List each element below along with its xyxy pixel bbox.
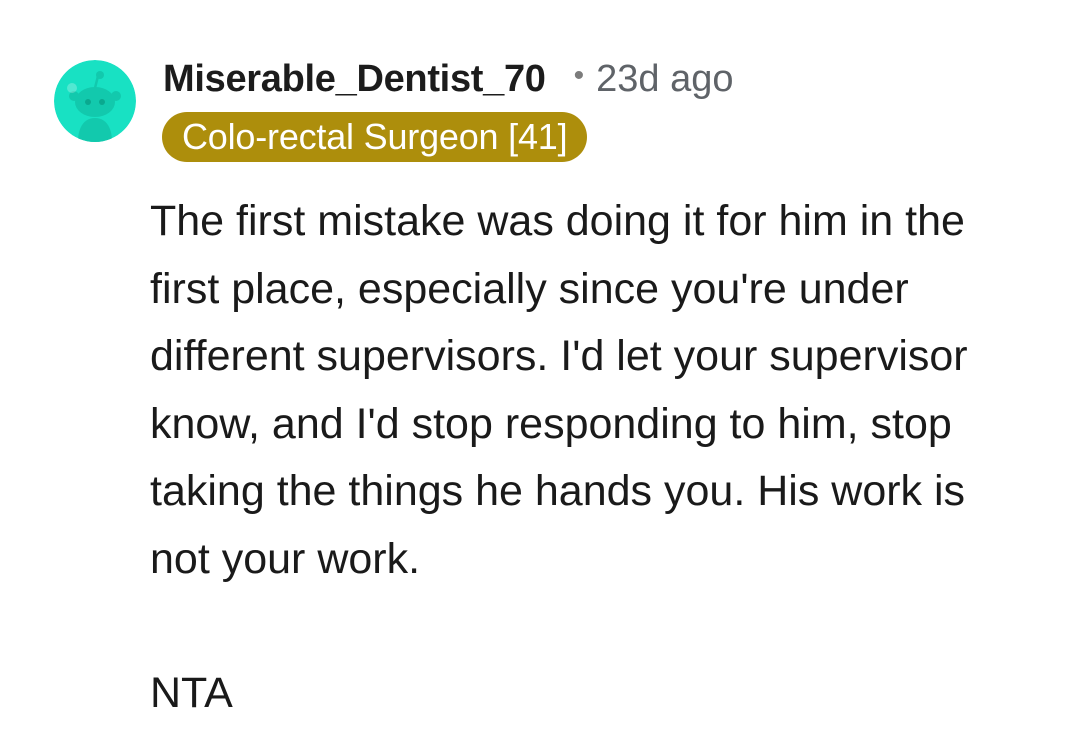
user-avatar[interactable] [54,60,136,142]
separator-dot: • [573,58,585,92]
comment-header: Miserable_Dentist_70 • 23d ago [163,58,734,101]
comment-paragraph: The first mistake was doing it for him i… [150,197,968,583]
reddit-snoo-icon [54,60,136,142]
timestamp-link[interactable]: 23d ago [596,58,733,101]
comment-body: The first mistake was doing it for him i… [150,188,1030,728]
username-link[interactable]: Miserable_Dentist_70 [163,58,546,101]
comment: Miserable_Dentist_70 • 23d ago Colo-rect… [0,0,1080,750]
comment-paragraph: NTA [150,669,233,717]
user-flair-badge: Colo-rectal Surgeon [41] [162,112,588,162]
